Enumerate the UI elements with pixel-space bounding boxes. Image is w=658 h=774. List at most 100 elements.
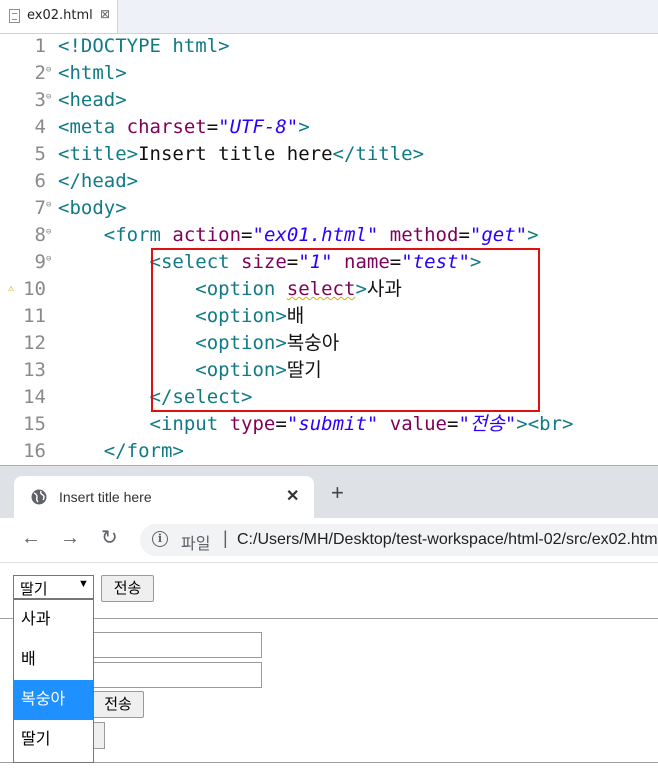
- browser-tab-strip: Insert title here ✕ +: [0, 466, 658, 518]
- code-token: </title>: [332, 143, 425, 165]
- fold-toggle-icon[interactable]: ⊖: [46, 57, 51, 84]
- code-line: 6 </head>: [0, 168, 658, 195]
- code-token: =: [458, 224, 470, 246]
- code-editor: ex02.html ⊠ 1 <!DOCTYPE html> 2 ⊖ <html> 3 ⊖ <h…: [0, 0, 658, 466]
- line-number: 5: [34, 143, 46, 165]
- code-token: "submit": [286, 413, 379, 435]
- fold-toggle-icon[interactable]: ⊖: [46, 219, 51, 246]
- new-tab-button[interactable]: +: [331, 482, 344, 504]
- dropdown-arrow-icon: ▼: [78, 578, 89, 590]
- code-line: 4 <meta charset="UTF-8">: [0, 114, 658, 141]
- obscured-input[interactable]: [92, 632, 262, 658]
- option-peach[interactable]: 복숭아: [14, 680, 93, 720]
- option-apple[interactable]: 사과: [14, 600, 93, 640]
- select-dropdown-list[interactable]: 사과 배 복숭아 딸기: [13, 599, 94, 763]
- code-token: <html>: [58, 62, 127, 84]
- code-line: 8 ⊖ <form action="ex01.html" method="get"…: [0, 222, 658, 249]
- line-number: 8: [34, 224, 46, 246]
- code-line: 1 <!DOCTYPE html>: [0, 33, 658, 60]
- browser-window: Insert title here ✕ + ← → ↻ i 파일 | C:/Us…: [0, 465, 658, 774]
- warning-icon[interactable]: ⚠: [8, 275, 18, 294]
- page-content: 딸기 ▼ 전송 전송 사과 배 복숭아 딸기: [0, 563, 658, 774]
- globe-icon: [31, 489, 47, 505]
- line-number: 3: [34, 89, 46, 111]
- code-text: <head>: [58, 87, 127, 114]
- divider: [0, 618, 658, 619]
- code-text: <html>: [58, 60, 127, 87]
- code-token: <body>: [58, 197, 127, 219]
- forward-icon[interactable]: →: [60, 528, 80, 548]
- line-number: 1: [34, 35, 46, 57]
- code-text: </head>: [58, 168, 138, 195]
- code-text: <!DOCTYPE html>: [58, 33, 230, 60]
- code-token: >: [298, 116, 310, 138]
- code-token: =: [206, 116, 219, 138]
- url-text[interactable]: C:/Users/MH/Desktop/test-workspace/html-…: [237, 531, 658, 549]
- line-number: 15: [23, 413, 46, 435]
- code-token: >: [527, 224, 539, 246]
- submit-button[interactable]: 전송: [101, 575, 154, 602]
- line-number: 12: [23, 332, 46, 354]
- code-token: "ex01.html": [252, 224, 379, 246]
- divider: [0, 762, 658, 763]
- code-token: "전송": [458, 413, 517, 435]
- html-file-icon: [9, 9, 20, 23]
- code-token: "get": [469, 224, 528, 246]
- code-token: =: [275, 413, 287, 435]
- code-token: =: [241, 224, 253, 246]
- close-tab-icon[interactable]: ⊠: [100, 7, 110, 21]
- highlight-box: [151, 248, 540, 412]
- browser-tab[interactable]: Insert title here ✕: [14, 476, 314, 518]
- line-number: 10: [23, 278, 46, 300]
- option-pear[interactable]: 배: [14, 640, 93, 680]
- code-text: </form>: [58, 438, 184, 465]
- editor-tab-ex02[interactable]: ex02.html ⊠: [0, 0, 118, 33]
- code-line: 7 ⊖ <body>: [0, 195, 658, 222]
- editor-tab-bar: ex02.html ⊠: [0, 0, 658, 34]
- code-line: 2 ⊖ <html>: [0, 60, 658, 87]
- line-number: 13: [23, 359, 46, 381]
- code-text: <input type="submit" value="전송"><br>: [58, 411, 574, 438]
- code-token: "UTF-8": [218, 116, 299, 138]
- fold-toggle-icon[interactable]: ⊖: [46, 84, 51, 111]
- code-token: value: [389, 413, 447, 435]
- scheme-label: 파일: [181, 536, 211, 553]
- code-token: =: [446, 413, 459, 435]
- browser-tab-title: Insert title here: [59, 489, 152, 505]
- line-number: 7: [34, 197, 46, 219]
- editor-tab-label: ex02.html: [27, 8, 93, 23]
- close-tab-icon[interactable]: ✕: [286, 486, 299, 506]
- line-number: 6: [34, 170, 46, 192]
- line-number: 4: [34, 116, 46, 138]
- code-token: type: [229, 413, 276, 435]
- reload-icon[interactable]: ↻: [101, 528, 118, 548]
- code-line: 15 <input type="submit" value="전송"><br>: [0, 411, 658, 438]
- fold-toggle-icon[interactable]: ⊖: [46, 192, 51, 219]
- code-token: <input: [149, 413, 230, 435]
- obscured-input[interactable]: [92, 662, 262, 688]
- browser-toolbar: ← → ↻ i 파일 | C:/Users/MH/Desktop/test-wo…: [0, 518, 658, 563]
- code-line: 16 </form>: [0, 438, 658, 465]
- info-icon[interactable]: i: [152, 531, 168, 547]
- option-strawberry[interactable]: 딸기: [14, 720, 93, 760]
- code-token: <!DOCTYPE html>: [58, 35, 230, 57]
- code-token: method: [389, 224, 459, 246]
- obscured-submit-button[interactable]: 전송: [92, 691, 144, 718]
- address-bar[interactable]: i 파일 | C:/Users/MH/Desktop/test-workspac…: [140, 524, 658, 556]
- code-token: charset: [126, 116, 207, 138]
- code-token: <meta: [58, 116, 127, 138]
- line-number: 16: [23, 440, 46, 462]
- code-token: <head>: [58, 89, 127, 111]
- code-token: ><br>: [516, 413, 574, 435]
- back-icon[interactable]: ←: [21, 528, 41, 548]
- fruit-select[interactable]: 딸기 ▼: [13, 575, 94, 599]
- code-line: 5 <title>Insert title here</title>: [0, 141, 658, 168]
- fold-toggle-icon[interactable]: ⊖: [46, 246, 51, 273]
